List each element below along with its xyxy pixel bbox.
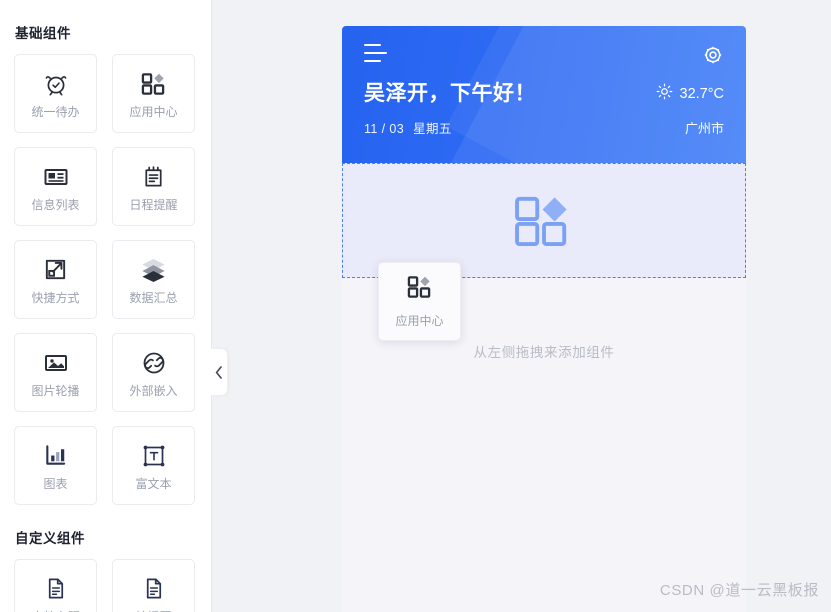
layers-stack-icon [140,256,168,284]
component-card-label: 数据汇总 [129,290,178,305]
phone-preview: 吴泽开，下午好！ 32.7°C 11 / 03 星期五 广州市 从左侧拖拽来添加… [342,26,746,612]
bar-chart-icon [42,442,70,470]
dragging-component-label: 应用中心 [395,314,444,328]
app-grid-placeholder-icon [515,195,573,247]
component-card-label: 日程提醒 [129,197,178,212]
component-card-lunbotu[interactable]: 轮播图 [112,559,195,612]
component-card-label: 富文本 [135,476,172,491]
greeting-text: 吴泽开，下午好！ [364,82,536,105]
clipboard-schedule-icon [140,163,168,191]
chevron-left-icon [215,365,223,379]
basic-component-grid: 统一待办 应用中心 信息列表 日程提醒 快捷方式 数据汇总 图片轮播 外部嵌入 … [14,54,197,505]
widget-dropzone[interactable] [342,163,746,278]
component-card-richengtixing[interactable]: 日程提醒 [112,147,195,226]
component-card-label: 信息列表 [31,197,80,212]
component-card-tubiao[interactable]: 图表 [14,426,97,505]
component-card-label: 外部嵌入 [129,383,178,398]
dragging-component-ghost[interactable]: 应用中心 [378,262,461,341]
date-block: 11 / 03 星期五 [364,118,452,137]
document-icon [42,575,70,603]
component-card-kuaijiefangshi[interactable]: 快捷方式 [14,240,97,319]
gear-icon[interactable] [702,44,724,66]
rich-text-box-icon [140,442,168,470]
component-card-yingyongzhongxin[interactable]: 应用中心 [112,54,195,133]
sun-icon [656,83,673,104]
city-text: 广州市 [684,121,724,137]
component-card-tongyidaiban[interactable]: 统一待办 [14,54,97,133]
date-text: 11 / 03 [364,122,405,137]
news-list-icon [42,163,70,191]
widget-designer-page: 基础组件 统一待办 应用中心 信息列表 日程提醒 快捷方式 数据汇总 图片轮播 … [0,0,831,612]
sidebar-collapse-handle[interactable] [211,348,228,396]
link-embed-icon [140,349,168,377]
dropzone-hint-text: 从左侧拖拽来添加组件 [473,345,615,360]
hamburger-menu-icon[interactable] [364,44,388,62]
component-card-label: 统一待办 [31,104,80,119]
preview-header: 吴泽开，下午好！ 32.7°C 11 / 03 星期五 广州市 [342,26,746,163]
component-card-shujuhuizong[interactable]: 数据汇总 [112,240,195,319]
component-card-label: 图表 [43,476,68,491]
component-card-zhongliangzhuti[interactable]: 中粮主题 [14,559,97,612]
shortcut-arrow-icon [42,256,70,284]
design-canvas: 吴泽开，下午好！ 32.7°C 11 / 03 星期五 广州市 从左侧拖拽来添加… [212,0,831,612]
component-card-label: 应用中心 [129,104,178,119]
component-card-waibuqianru[interactable]: 外部嵌入 [112,333,195,412]
component-card-label: 快捷方式 [31,290,80,305]
component-card-tupianlunbo[interactable]: 图片轮播 [14,333,97,412]
document-icon [140,575,168,603]
watermark-text: CSDN @道一云黑板报 [659,582,819,599]
app-center-grid-icon [140,70,168,98]
alarm-clock-check-icon [42,70,70,98]
component-card-label: 图片轮播 [31,383,80,398]
header-greeting-row: 吴泽开，下午好！ 32.7°C [364,81,724,106]
component-card-xinxiliebiao[interactable]: 信息列表 [14,147,97,226]
image-carousel-icon [42,349,70,377]
component-card-fuwenben[interactable]: 富文本 [112,426,195,505]
section-title-custom: 自定义组件 [15,531,85,546]
header-date-row: 11 / 03 星期五 广州市 [364,118,724,137]
weather-info: 32.7°C [656,83,725,104]
app-center-grid-icon [407,274,432,304]
temperature-text: 32.7°C [679,85,725,102]
header-top-row [364,44,724,66]
weekday-text: 星期五 [413,122,452,137]
component-sidebar: 基础组件 统一待办 应用中心 信息列表 日程提醒 快捷方式 数据汇总 图片轮播 … [0,0,212,612]
custom-component-grid: 中粮主题 轮播图 [14,559,197,612]
section-title-basic: 基础组件 [15,26,71,41]
